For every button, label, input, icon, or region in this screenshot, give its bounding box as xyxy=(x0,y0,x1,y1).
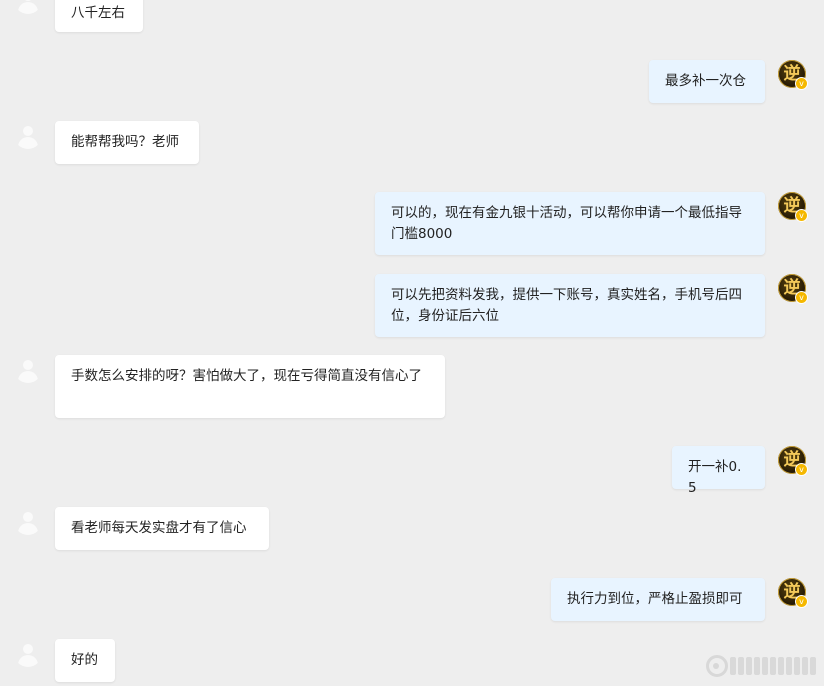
message-bubble-sent: 开一补0.5 xyxy=(672,446,765,496)
verified-badge-icon: v xyxy=(795,291,808,304)
message-text: 能帮帮我吗？老师 xyxy=(71,134,179,150)
verified-badge-icon: v xyxy=(795,209,808,222)
message-text: 可以的，现在有金九银十活动，可以帮你申请一个最低指导门槛8000 xyxy=(391,205,742,242)
message-text: 看老师每天发实盘才有了信心 xyxy=(71,520,247,536)
message-bubble-sent: 执行力到位，严格止盈损即可 xyxy=(551,578,765,621)
message-bubble-received: 能帮帮我吗？老师 xyxy=(55,121,199,164)
verified-badge-icon: v xyxy=(795,595,808,608)
message-bubble-sent: 最多补一次仓 xyxy=(649,60,765,103)
default-avatar-icon[interactable] xyxy=(14,639,42,667)
message-bubble-received: 八千左右 xyxy=(55,0,143,32)
weibo-watermark-icon xyxy=(706,654,816,678)
message-bubble-sent: 可以先把资料发我，提供一下账号，真实姓名，手机号后四位，身份证后六位 xyxy=(375,274,765,337)
message-text: 手数怎么安排的呀？害怕做大了，现在亏得简直没有信心了 xyxy=(71,368,422,384)
verified-badge-icon: v xyxy=(795,463,808,476)
verified-badge-icon: v xyxy=(795,77,808,90)
message-bubble-received: 看老师每天发实盘才有了信心 xyxy=(55,507,269,550)
message-bubble-sent: 可以的，现在有金九银十活动，可以帮你申请一个最低指导门槛8000 xyxy=(375,192,765,255)
default-avatar-icon[interactable] xyxy=(14,0,42,14)
message-text: 八千左右 xyxy=(71,5,125,21)
default-avatar-icon[interactable] xyxy=(14,507,42,535)
message-bubble-received: 好的 xyxy=(55,639,115,682)
default-avatar-icon[interactable] xyxy=(14,121,42,149)
message-bubble-received: 手数怎么安排的呀？害怕做大了，现在亏得简直没有信心了 xyxy=(55,355,445,418)
user-avatar-icon[interactable]: 逆 v xyxy=(778,274,808,304)
message-text: 执行力到位，严格止盈损即可 xyxy=(567,591,743,607)
user-avatar-icon[interactable]: 逆 v xyxy=(778,192,808,222)
message-text: 开一补0.5 xyxy=(688,459,742,496)
message-text: 最多补一次仓 xyxy=(665,73,746,89)
message-text: 可以先把资料发我，提供一下账号，真实姓名，手机号后四位，身份证后六位 xyxy=(391,287,742,324)
default-avatar-icon[interactable] xyxy=(14,355,42,383)
user-avatar-icon[interactable]: 逆 v xyxy=(778,578,808,608)
message-text: 好的 xyxy=(71,652,98,668)
user-avatar-icon[interactable]: 逆 v xyxy=(778,60,808,90)
user-avatar-icon[interactable]: 逆 v xyxy=(778,446,808,476)
